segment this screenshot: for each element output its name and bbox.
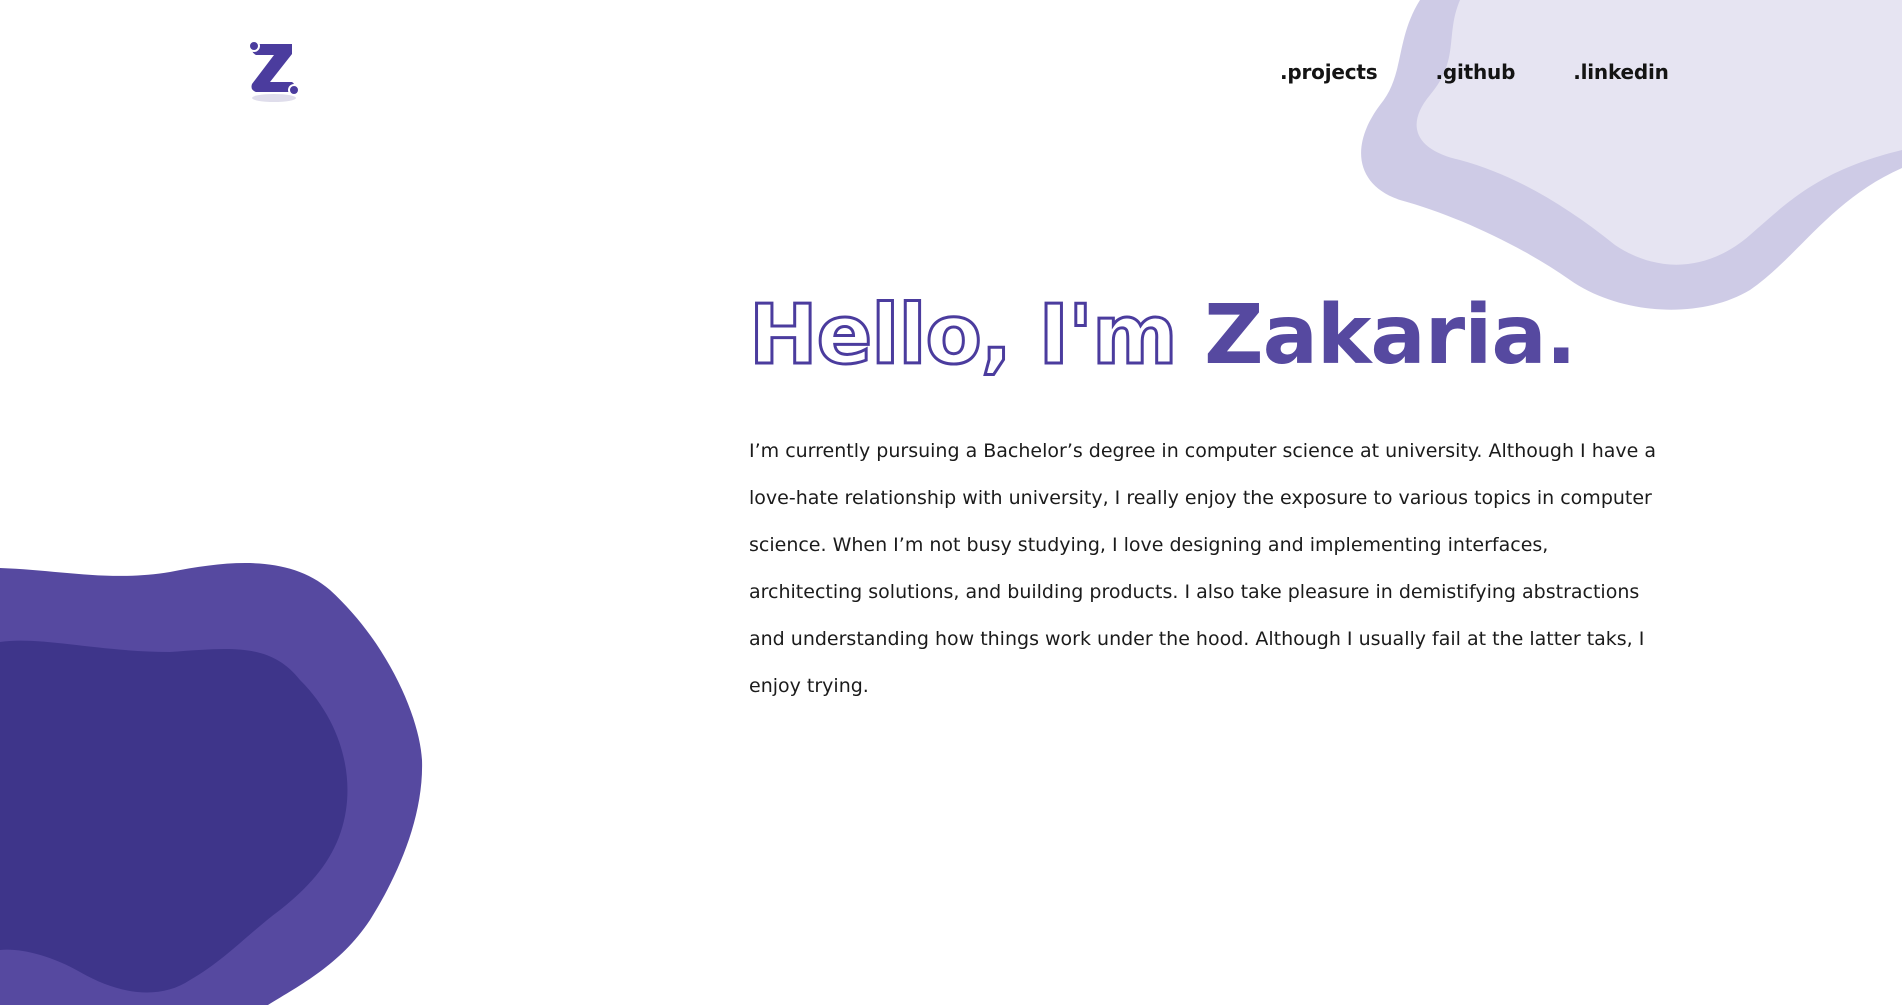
page: .projects .github .linkedin Hello, I'm Z…	[0, 0, 1902, 1005]
z-logo-icon[interactable]	[244, 36, 304, 106]
main-navigation: .projects .github .linkedin	[1280, 60, 1669, 84]
logo-shadow	[252, 94, 296, 102]
hero-name: Zakaria.	[1204, 288, 1577, 383]
top-right-decorative-blob	[1361, 0, 1902, 310]
bottom-left-decorative-blob	[0, 563, 423, 1005]
hero-section: Hello, I'm Zakaria. I’m currently pursui…	[747, 286, 1669, 710]
logo-dot-bottom	[288, 84, 300, 96]
hero-title: Hello, I'm Zakaria.	[747, 286, 1669, 386]
hero-greeting: Hello, I'm	[747, 287, 1205, 385]
nav-link-linkedin[interactable]: .linkedin	[1573, 60, 1669, 84]
hero-bio: I’m currently pursuing a Bachelor’s degr…	[749, 440, 1656, 697]
logo-dot-top	[248, 40, 260, 52]
nav-link-github[interactable]: .github	[1435, 60, 1515, 84]
logo-z-shape	[251, 44, 295, 92]
nav-link-projects[interactable]: .projects	[1280, 60, 1378, 84]
